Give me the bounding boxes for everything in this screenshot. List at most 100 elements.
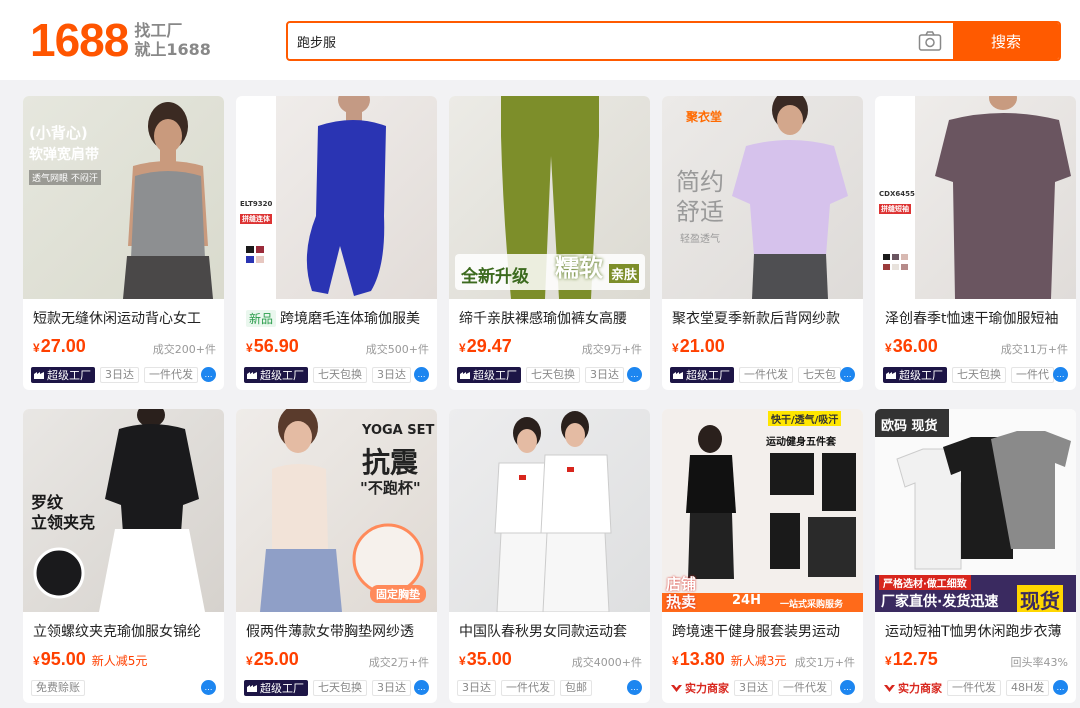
super-factory-badge: 超级工厂 <box>31 367 95 383</box>
service-tag: 一件代发 <box>739 367 793 383</box>
strength-merchant-badge: 实力商家 <box>883 680 942 696</box>
overlay-text: 现货 <box>1017 585 1063 612</box>
overlay-text: 拼缝连体 <box>240 214 272 224</box>
chat-icon[interactable]: … <box>414 680 429 695</box>
product-title[interactable]: 假两件薄款女带胸垫网纱透 <box>246 621 436 641</box>
product-image[interactable] <box>449 409 650 612</box>
product-card[interactable]: ELT9320 拼缝连体 新品 跨境磨毛连体瑜伽服美 ¥56.90 成交500+件… <box>236 96 437 390</box>
sold-count: 成交4000+件 <box>571 656 642 669</box>
currency-symbol: ¥ <box>672 341 679 355</box>
currency-symbol: ¥ <box>885 654 892 668</box>
overlay-text: YOGA SET <box>362 423 435 438</box>
product-image[interactable]: ELT9320 拼缝连体 <box>236 96 437 299</box>
product-price: ¥27.00 <box>33 336 86 357</box>
chat-icon[interactable]: … <box>627 367 642 382</box>
overlay-text: 舒适 <box>676 198 724 226</box>
product-card[interactable]: 中国队春秋男女同款运动套 ¥35.00 成交4000+件 3日达 一件代发 包邮… <box>449 409 650 703</box>
product-price: ¥35.00 <box>459 649 512 670</box>
product-title[interactable]: 立领螺纹夹克瑜伽服女锦纶 <box>33 621 223 641</box>
product-price: ¥12.75 <box>885 649 938 670</box>
chat-icon[interactable]: … <box>1053 680 1068 695</box>
chat-icon[interactable]: … <box>840 367 855 382</box>
service-tags: 超级工厂 七天包换 3日达 <box>457 366 647 384</box>
currency-symbol: ¥ <box>459 654 466 668</box>
product-price: ¥29.47 <box>459 336 512 357</box>
price-value: 36.00 <box>892 336 938 356</box>
price-value: 29.47 <box>466 336 512 356</box>
product-image[interactable]: 聚衣堂 简约 舒适 轻盈透气 <box>662 96 863 299</box>
product-title[interactable]: 跨境速干健身服套装男运动 <box>672 621 862 641</box>
product-title[interactable]: 缔千亲肤裸感瑜伽裤女高腰 <box>459 308 649 328</box>
service-tags: 3日达 一件代发 包邮 <box>457 679 647 697</box>
product-title[interactable]: 聚衣堂夏季新款后背网纱款 <box>672 308 862 328</box>
service-tag: 免费赊账 <box>31 680 85 696</box>
service-tag: 48H发 <box>1006 680 1050 696</box>
search-input[interactable] <box>288 23 948 59</box>
overlay-text: 拼缝短袖 <box>879 204 911 214</box>
overlay-text: 抗震 <box>362 446 419 479</box>
overlay-text: 运动健身五件套 <box>766 437 836 448</box>
chat-icon[interactable]: … <box>201 680 216 695</box>
price-value: 95.00 <box>40 649 86 669</box>
sold-count: 成交500+件 <box>365 343 429 356</box>
product-title[interactable]: 中国队春秋男女同款运动套 <box>459 621 649 641</box>
model-figure-image <box>260 409 424 612</box>
top-header: 1688 找工厂 就上1688 搜索 <box>0 0 1080 80</box>
slogan-line-2: 就上1688 <box>134 40 211 59</box>
product-image[interactable]: YOGA SET 抗震 "不跑杯" 固定胸垫 <box>236 409 437 612</box>
chat-icon[interactable]: … <box>840 680 855 695</box>
product-title[interactable]: 短款无缝休闲运动背心女工 <box>33 308 223 328</box>
sold-count: 成交1万+件 <box>794 656 855 669</box>
sold-count: 成交9万+件 <box>581 343 642 356</box>
service-tag: 一件代发 <box>778 680 832 696</box>
product-card[interactable]: 快干/透气/吸汗 运动健身五件套 店铺 热卖 24H 一站式采购服务 跨境速干健… <box>662 409 863 703</box>
product-card[interactable]: 欧码 现货 严格选材·做工细致 厂家直供·发货迅速 现货 运动短袖T恤男休闲跑步… <box>875 409 1076 703</box>
merchant-icon <box>671 684 682 692</box>
currency-symbol: ¥ <box>246 654 253 668</box>
product-image[interactable]: 全新升级 糯软 亲肤 <box>449 96 650 299</box>
currency-symbol: ¥ <box>885 341 892 355</box>
product-image[interactable]: (小背心) 软弹宽肩带 透气网眼 不闷汗 <box>23 96 224 299</box>
camera-icon[interactable] <box>918 30 942 52</box>
product-card[interactable]: CDX6455 拼缝短袖 泽创春季t恤速干瑜伽服短袖 ¥36.00 成交11万+… <box>875 96 1076 390</box>
product-card[interactable]: 全新升级 糯软 亲肤 缔千亲肤裸感瑜伽裤女高腰 ¥29.47 成交9万+件 超级… <box>449 96 650 390</box>
product-price: ¥21.00 <box>672 336 725 357</box>
price-value: 56.90 <box>253 336 299 356</box>
product-title[interactable]: 运动短袖T恤男休闲跑步衣薄 <box>885 621 1075 641</box>
overlay-text: 糯软 <box>555 254 603 282</box>
search-button[interactable]: 搜索 <box>953 23 1059 59</box>
product-image[interactable]: CDX6455 拼缝短袖 <box>875 96 1076 299</box>
product-image[interactable]: 欧码 现货 严格选材·做工细致 厂家直供·发货迅速 现货 <box>875 409 1076 612</box>
factory-icon <box>34 372 44 379</box>
price-value: 35.00 <box>466 649 512 669</box>
overlay-text: CDX6455 <box>879 190 915 198</box>
product-card[interactable]: 罗纹 立领夹克 立领螺纹夹克瑜伽服女锦纶 ¥95.00 新人减5元 免费赊账 … <box>23 409 224 703</box>
service-tags: 超级工厂 七天包换 3日达 <box>244 679 434 697</box>
strength-merchant-badge: 实力商家 <box>670 680 729 696</box>
product-price: ¥36.00 <box>885 336 938 357</box>
product-card[interactable]: YOGA SET 抗震 "不跑杯" 固定胸垫 假两件薄款女带胸垫网纱透 ¥25.… <box>236 409 437 703</box>
service-tag: 3日达 <box>372 367 411 383</box>
service-tag: 七天包换 <box>313 367 367 383</box>
overlay-text: 软弹宽肩带 <box>29 147 99 163</box>
product-title[interactable]: 新品 跨境磨毛连体瑜伽服美 <box>246 308 436 328</box>
product-card[interactable]: (小背心) 软弹宽肩带 透气网眼 不闷汗 短款无缝休闲运动背心女工 ¥27.00… <box>23 96 224 390</box>
product-price: ¥56.90 <box>246 336 299 357</box>
factory-icon <box>247 685 257 692</box>
chat-icon[interactable]: … <box>414 367 429 382</box>
product-image[interactable]: 罗纹 立领夹克 <box>23 409 224 612</box>
service-tag: 七天包 <box>798 367 841 383</box>
service-tag: 一件代发 <box>144 367 198 383</box>
service-tags: 超级工厂 3日达 一件代发 <box>31 366 221 384</box>
chat-icon[interactable]: … <box>627 680 642 695</box>
chat-icon[interactable]: … <box>1053 367 1068 382</box>
site-logo[interactable]: 1688 找工厂 就上1688 <box>30 14 211 66</box>
overlay-text: 24H <box>732 593 761 608</box>
overlay-text: ELT9320 <box>240 200 273 208</box>
product-card[interactable]: 聚衣堂 简约 舒适 轻盈透气 聚衣堂夏季新款后背网纱款 ¥21.00 超级工厂 … <box>662 96 863 390</box>
chat-icon[interactable]: … <box>201 367 216 382</box>
product-title[interactable]: 泽创春季t恤速干瑜伽服短袖 <box>885 308 1075 328</box>
service-tags: 实力商家 一件代发 48H发 <box>883 679 1073 697</box>
service-tag: 一件代 <box>1011 367 1054 383</box>
product-image[interactable]: 快干/透气/吸汗 运动健身五件套 店铺 热卖 24H 一站式采购服务 <box>662 409 863 612</box>
